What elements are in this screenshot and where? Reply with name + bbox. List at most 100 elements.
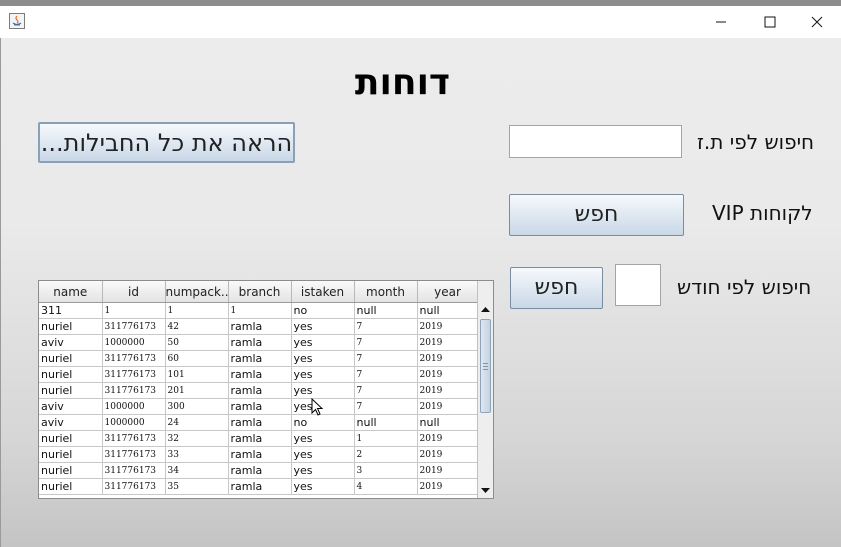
- table-cell-branch: ramla: [228, 318, 292, 335]
- scroll-up-button[interactable]: [478, 302, 493, 318]
- table-cell-branch: ramla: [228, 446, 292, 463]
- search-by-id-label: חיפוש לפי ת.ז: [697, 130, 815, 154]
- table-cell-numpack: 300: [165, 398, 229, 415]
- table-cell-numpack: 1: [165, 302, 229, 319]
- table-cell-month: null: [354, 414, 418, 431]
- table-cell-id: 311776173: [102, 382, 166, 399]
- table-cell-name: nuriel: [39, 318, 103, 335]
- table-row[interactable]: aviv 1000000 300 ramla yes 7 2019: [39, 398, 479, 415]
- table-row[interactable]: nuriel 311776173 60 ramla yes 7 2019: [39, 350, 479, 367]
- table-cell-year: null: [417, 302, 479, 319]
- scroll-thumb[interactable]: [480, 319, 491, 413]
- table-cell-name: 311: [39, 302, 103, 319]
- java-app-icon: [9, 13, 25, 29]
- table-cell-branch: ramla: [228, 430, 292, 447]
- table-cell-id: 1000000: [102, 398, 166, 415]
- table-cell-year: 2019: [417, 462, 479, 479]
- table-cell-numpack: 60: [165, 350, 229, 367]
- packages-table[interactable]: name id numpack... branch istaken month …: [38, 280, 494, 499]
- table-cell-numpack: 50: [165, 334, 229, 351]
- table-cell-branch: ramla: [228, 478, 292, 495]
- table-cell-month: 7: [354, 334, 418, 351]
- thumb-grip: [483, 369, 488, 370]
- mouse-pointer-icon: [311, 398, 324, 416]
- scroll-down-button[interactable]: [478, 482, 493, 498]
- table-row[interactable]: 311 1 1 1 no null null: [39, 302, 479, 319]
- show-all-packages-button[interactable]: הראה את כל החבילות...: [38, 122, 295, 163]
- table-cell-id: 311776173: [102, 318, 166, 335]
- table-cell-numpack: 34: [165, 462, 229, 479]
- table-cell-name: nuriel: [39, 366, 103, 383]
- table-cell-year: 2019: [417, 430, 479, 447]
- page-title: דוחות: [354, 62, 451, 103]
- table-cell-istaken: yes: [291, 366, 355, 383]
- table-cell-id: 311776173: [102, 350, 166, 367]
- vip-search-button[interactable]: חפש: [509, 194, 684, 236]
- id-search-input[interactable]: [509, 125, 682, 158]
- table-cell-istaken: yes: [291, 382, 355, 399]
- table-cell-name: aviv: [39, 398, 103, 415]
- table-cell-numpack: 201: [165, 382, 229, 399]
- table-cell-istaken: yes: [291, 350, 355, 367]
- close-icon: [811, 16, 823, 28]
- table-cell-year: 2019: [417, 382, 479, 399]
- table-row[interactable]: aviv 1000000 50 ramla yes 7 2019: [39, 334, 479, 351]
- vertical-scrollbar[interactable]: [477, 281, 493, 498]
- thumb-grip: [483, 366, 488, 367]
- table-row[interactable]: aviv 1000000 24 ramla no null null: [39, 414, 479, 431]
- table-row[interactable]: nuriel 311776173 101 ramla yes 7 2019: [39, 366, 479, 383]
- table-cell-branch: ramla: [228, 334, 292, 351]
- table-row[interactable]: nuriel 311776173 32 ramla yes 1 2019: [39, 430, 479, 447]
- table-row[interactable]: nuriel 311776173 42 ramla yes 7 2019: [39, 318, 479, 335]
- column-header-branch[interactable]: branch: [228, 281, 292, 303]
- table-cell-numpack: 32: [165, 430, 229, 447]
- table-cell-branch: ramla: [228, 350, 292, 367]
- table-cell-month: 3: [354, 462, 418, 479]
- table-cell-id: 311776173: [102, 430, 166, 447]
- table-row[interactable]: nuriel 311776173 34 ramla yes 3 2019: [39, 462, 479, 479]
- table-cell-year: 2019: [417, 350, 479, 367]
- table-row[interactable]: nuriel 311776173 201 ramla yes 7 2019: [39, 382, 479, 399]
- table-cell-id: 1000000: [102, 334, 166, 351]
- month-input[interactable]: [615, 264, 661, 306]
- table-cell-istaken: yes: [291, 334, 355, 351]
- table-row[interactable]: nuriel 311776173 35 ramla yes 4 2019: [39, 478, 479, 495]
- table-cell-name: aviv: [39, 334, 103, 351]
- table-cell-id: 1000000: [102, 414, 166, 431]
- table-cell-month: null: [354, 302, 418, 319]
- table-cell-numpack: 33: [165, 446, 229, 463]
- column-header-id[interactable]: id: [102, 281, 166, 303]
- column-header-name[interactable]: name: [39, 281, 103, 303]
- table-row[interactable]: nuriel 311776173 33 ramla yes 2 2019: [39, 446, 479, 463]
- table-cell-name: nuriel: [39, 478, 103, 495]
- maximize-icon: [764, 16, 776, 28]
- table-cell-istaken: yes: [291, 430, 355, 447]
- table-cell-istaken: yes: [291, 462, 355, 479]
- minimize-icon: [716, 21, 726, 23]
- table-cell-name: nuriel: [39, 430, 103, 447]
- column-header-month[interactable]: month: [354, 281, 418, 303]
- column-header-year[interactable]: year: [417, 281, 479, 303]
- table-cell-id: 311776173: [102, 478, 166, 495]
- table-cell-branch: ramla: [228, 366, 292, 383]
- table-cell-month: 2: [354, 446, 418, 463]
- month-search-button[interactable]: חפש: [510, 267, 603, 309]
- table-cell-month: 7: [354, 398, 418, 415]
- scroll-down-arrow-icon: [481, 488, 490, 493]
- table-cell-year: null: [417, 414, 479, 431]
- table-cell-name: nuriel: [39, 446, 103, 463]
- table-header-row: name id numpack... branch istaken month …: [39, 281, 479, 303]
- minimize-button[interactable]: [707, 10, 735, 34]
- table-cell-numpack: 24: [165, 414, 229, 431]
- maximize-button[interactable]: [756, 10, 784, 34]
- close-button[interactable]: [803, 10, 831, 34]
- table-cell-istaken: yes: [291, 478, 355, 495]
- column-header-numpack[interactable]: numpack...: [165, 281, 229, 303]
- column-header-istaken[interactable]: istaken: [291, 281, 355, 303]
- table-cell-numpack: 101: [165, 366, 229, 383]
- table-cell-name: aviv: [39, 414, 103, 431]
- table-cell-id: 1: [102, 302, 166, 319]
- table-cell-month: 7: [354, 318, 418, 335]
- table-cell-id: 311776173: [102, 446, 166, 463]
- table-cell-year: 2019: [417, 366, 479, 383]
